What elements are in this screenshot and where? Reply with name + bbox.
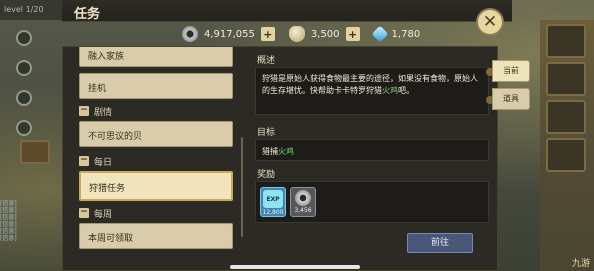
currency-gem: 1,780 — [371, 25, 421, 43]
list-item[interactable]: 不可思议的贝 — [79, 121, 233, 147]
target-label: 目标 — [257, 128, 276, 138]
category-label: 每周 — [94, 209, 113, 220]
quest-panel: 融入家族 挂机 − 剧情 不可思议的贝 − 每日 狩猎任务 − 每周 本周可领取… — [62, 46, 498, 271]
chat-line: [信息] — [0, 200, 17, 207]
hud-button[interactable] — [16, 120, 32, 136]
hud-button[interactable] — [16, 90, 32, 106]
list-item[interactable]: 本周可领取 — [79, 223, 233, 249]
chat-line: [信息] — [0, 214, 17, 221]
list-item-selected[interactable]: 狩猎任务 — [79, 171, 233, 201]
target-highlight: 火鸡 — [278, 147, 294, 156]
hud-button[interactable] — [16, 30, 32, 46]
currency-silver: 4,917,055 + — [182, 26, 275, 42]
silver-ring-icon — [295, 190, 311, 206]
target-box: 猎捕火鸡 — [255, 139, 489, 161]
tab-items[interactable]: 道具 — [492, 88, 530, 110]
hud-slot[interactable] — [546, 62, 586, 96]
currency-value: 3,500 — [310, 28, 340, 40]
window-title: 任务 — [74, 7, 101, 22]
exp-icon: EXP — [263, 190, 283, 208]
chat-log: [信息] [信息] [信息] [信息] [信息] [信息] — [0, 200, 60, 242]
right-hud-strip — [540, 20, 594, 271]
go-button[interactable]: 前往 — [407, 233, 473, 253]
chat-line: [信息] — [0, 207, 17, 214]
category-header[interactable]: − 剧情 — [79, 105, 233, 118]
chat-line: [信息] — [0, 228, 17, 235]
quest-list: 融入家族 挂机 − 剧情 不可思议的贝 − 每日 狩猎任务 − 每周 本周可领取 — [73, 47, 243, 271]
collapse-icon: − — [79, 155, 89, 166]
desc-highlight: 火鸡 — [382, 86, 398, 95]
category-header[interactable]: − 每日 — [79, 155, 233, 168]
collapse-icon: − — [79, 105, 89, 116]
reward-box: EXP 12,800 3,456 — [255, 181, 489, 223]
currency-shell: 3,500 + — [288, 26, 360, 42]
category-header[interactable]: − 每周 — [79, 207, 233, 220]
reward-silver[interactable]: 3,456 — [290, 187, 316, 217]
category-label: 每日 — [94, 157, 113, 168]
collapse-icon: − — [79, 207, 89, 218]
window-header: 任务 — [62, 0, 512, 22]
chat-line: [信息] — [0, 235, 17, 242]
quest-detail: 概述 狩猎是原始人获得食物最主要的途径，如果没有食物，原始人的生存堪忧。快帮助卡… — [251, 51, 491, 268]
currency-value: 4,917,055 — [204, 28, 255, 40]
list-item[interactable]: 挂机 — [79, 73, 233, 99]
shell-icon — [288, 26, 305, 42]
hud-slot[interactable] — [546, 100, 586, 134]
left-hud-buttons — [4, 30, 44, 136]
chat-line: [信息] — [0, 221, 17, 228]
hud-button[interactable] — [16, 60, 32, 76]
tab-current[interactable]: 当前 — [492, 60, 530, 82]
desc-label: 概述 — [257, 56, 276, 66]
add-currency-button[interactable]: + — [345, 27, 360, 41]
close-icon[interactable]: ✕ — [476, 8, 504, 36]
reward-value: 12,800 — [262, 209, 284, 216]
currency-value: 1,780 — [391, 28, 421, 40]
crystal-gem-icon — [371, 25, 389, 43]
category-label: 剧情 — [94, 107, 113, 118]
desc-text-end: 吧。 — [398, 86, 414, 95]
silver-ring-icon — [182, 26, 198, 42]
pet-portrait[interactable] — [20, 140, 50, 164]
currency-bar: 4,917,055 + 3,500 + 1,780 — [182, 24, 434, 44]
target-prefix: 猎捕 — [262, 147, 278, 156]
hud-slot[interactable] — [546, 138, 586, 172]
home-indicator — [230, 265, 360, 269]
add-currency-button[interactable]: + — [260, 27, 275, 41]
list-scrollbar[interactable] — [241, 137, 243, 237]
description-box: 狩猎是原始人获得食物最主要的途径，如果没有食物，原始人的生存堪忧。快帮助卡卡特罗… — [255, 67, 489, 115]
reward-value: 3,456 — [294, 207, 312, 214]
watermark: 九游 — [571, 259, 590, 269]
reward-label: 奖励 — [257, 170, 276, 180]
list-item[interactable]: 融入家族 — [79, 47, 233, 67]
reward-exp[interactable]: EXP 12,800 — [260, 187, 286, 217]
desc-text: 狩猎是原始人获得食物最主要的途径，如果没有食物，原始人的生存堪忧。快帮助卡卡特罗… — [262, 74, 478, 95]
hud-top-left: level 1/20 — [0, 0, 70, 20]
hud-slot[interactable] — [546, 24, 586, 58]
